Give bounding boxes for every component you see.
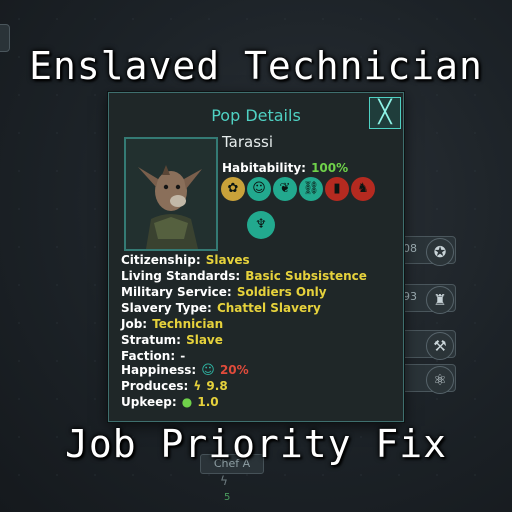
habitability-label: Habitability: (222, 161, 306, 175)
slavery-type-value[interactable]: Chattel Slavery (217, 301, 321, 315)
chip-value: 93 (403, 290, 417, 303)
trait-decadent-icon[interactable]: ▮ (325, 177, 349, 201)
trait-communal-icon[interactable]: ☺ (247, 177, 271, 201)
close-icon: ╳ (378, 100, 392, 125)
habitability-value: 100% (311, 161, 349, 175)
trait-adaptive-icon[interactable]: ⛓ (299, 177, 323, 201)
energy-icon: ϟ (220, 474, 228, 488)
panel-title: Pop Details (211, 106, 301, 125)
pop-details-panel: Pop Details ╳ Tarassi Habitability: 100%… (108, 92, 404, 422)
upkeep-row: Upkeep: ● 1.0 (121, 391, 219, 410)
upkeep-label: Upkeep: (121, 395, 177, 409)
spaceship-icon[interactable]: ♜ (426, 286, 454, 314)
trait-agrarian-icon[interactable]: ✿ (221, 177, 245, 201)
species-name: Tarassi (222, 133, 274, 151)
rank-icon[interactable]: ✪ (426, 238, 454, 266)
close-button[interactable]: ╳ (369, 97, 401, 129)
species-portrait-image (126, 139, 216, 249)
food-icon: ● (181, 395, 193, 409)
habitability-row: Habitability: 100% (222, 157, 348, 176)
trait-strong-icon[interactable]: ♞ (351, 177, 375, 201)
stratum-value: Slave (186, 333, 223, 347)
overlay-title-bottom: Job Priority Fix (64, 422, 448, 466)
building-value: 5 (224, 492, 231, 503)
atom-icon[interactable]: ⚛ (426, 366, 454, 394)
trait-enslaved-icon[interactable]: ♆ (247, 211, 275, 239)
chip-value: 08 (403, 242, 417, 255)
trait-list-second-row: ♆ (247, 211, 277, 239)
overlay-title-top: Enslaved Technician (29, 44, 483, 88)
upkeep-value: 1.0 (197, 395, 219, 409)
trait-list: ✿ ☺ ❦ ⛓ ▮ ♞ (221, 177, 391, 201)
species-portrait (124, 137, 218, 251)
tools-icon[interactable]: ⚒ (426, 332, 454, 360)
trait-rapid-breeders-icon[interactable]: ❦ (273, 177, 297, 201)
